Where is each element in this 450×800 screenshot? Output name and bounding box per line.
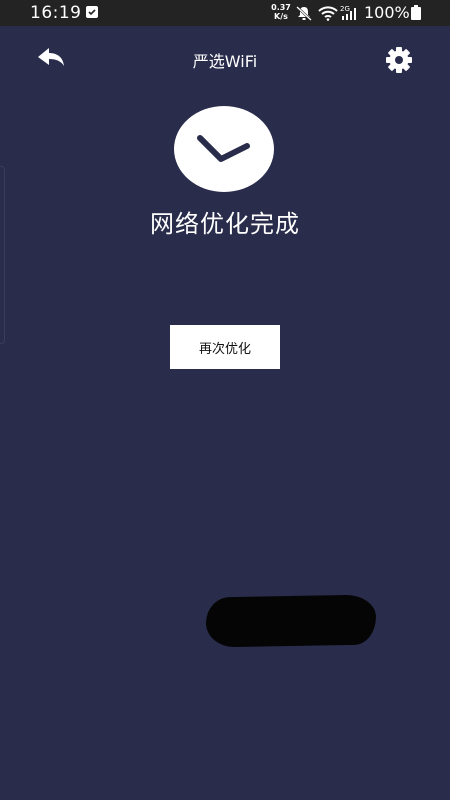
network-type-label: 2G <box>340 5 350 13</box>
mute-icon <box>295 5 313 25</box>
status-bar: 16:19 0.37 K/s 2G 100% <box>0 0 450 26</box>
success-indicator <box>174 106 274 192</box>
settings-button[interactable] <box>384 45 414 75</box>
reoptimize-button[interactable]: 再次优化 <box>170 325 280 369</box>
battery-icon <box>411 5 421 20</box>
side-drawer-handle[interactable] <box>0 166 5 344</box>
battery-percentage: 100% <box>364 3 410 22</box>
gear-icon <box>386 47 412 73</box>
wifi-status-icon <box>318 5 338 25</box>
network-speed: 0.37 K/s <box>269 3 293 21</box>
status-time: 16:19 <box>30 3 82 23</box>
redacted-area <box>205 594 377 648</box>
notification-icon <box>86 6 98 18</box>
network-speed-value: 0.37 <box>271 3 291 12</box>
signal-icon: 2G <box>340 4 360 25</box>
optimization-status-text: 网络优化完成 <box>150 210 300 238</box>
check-icon <box>197 135 250 162</box>
network-speed-unit: K/s <box>274 12 288 21</box>
page-title: 严选WiFi <box>192 52 258 71</box>
